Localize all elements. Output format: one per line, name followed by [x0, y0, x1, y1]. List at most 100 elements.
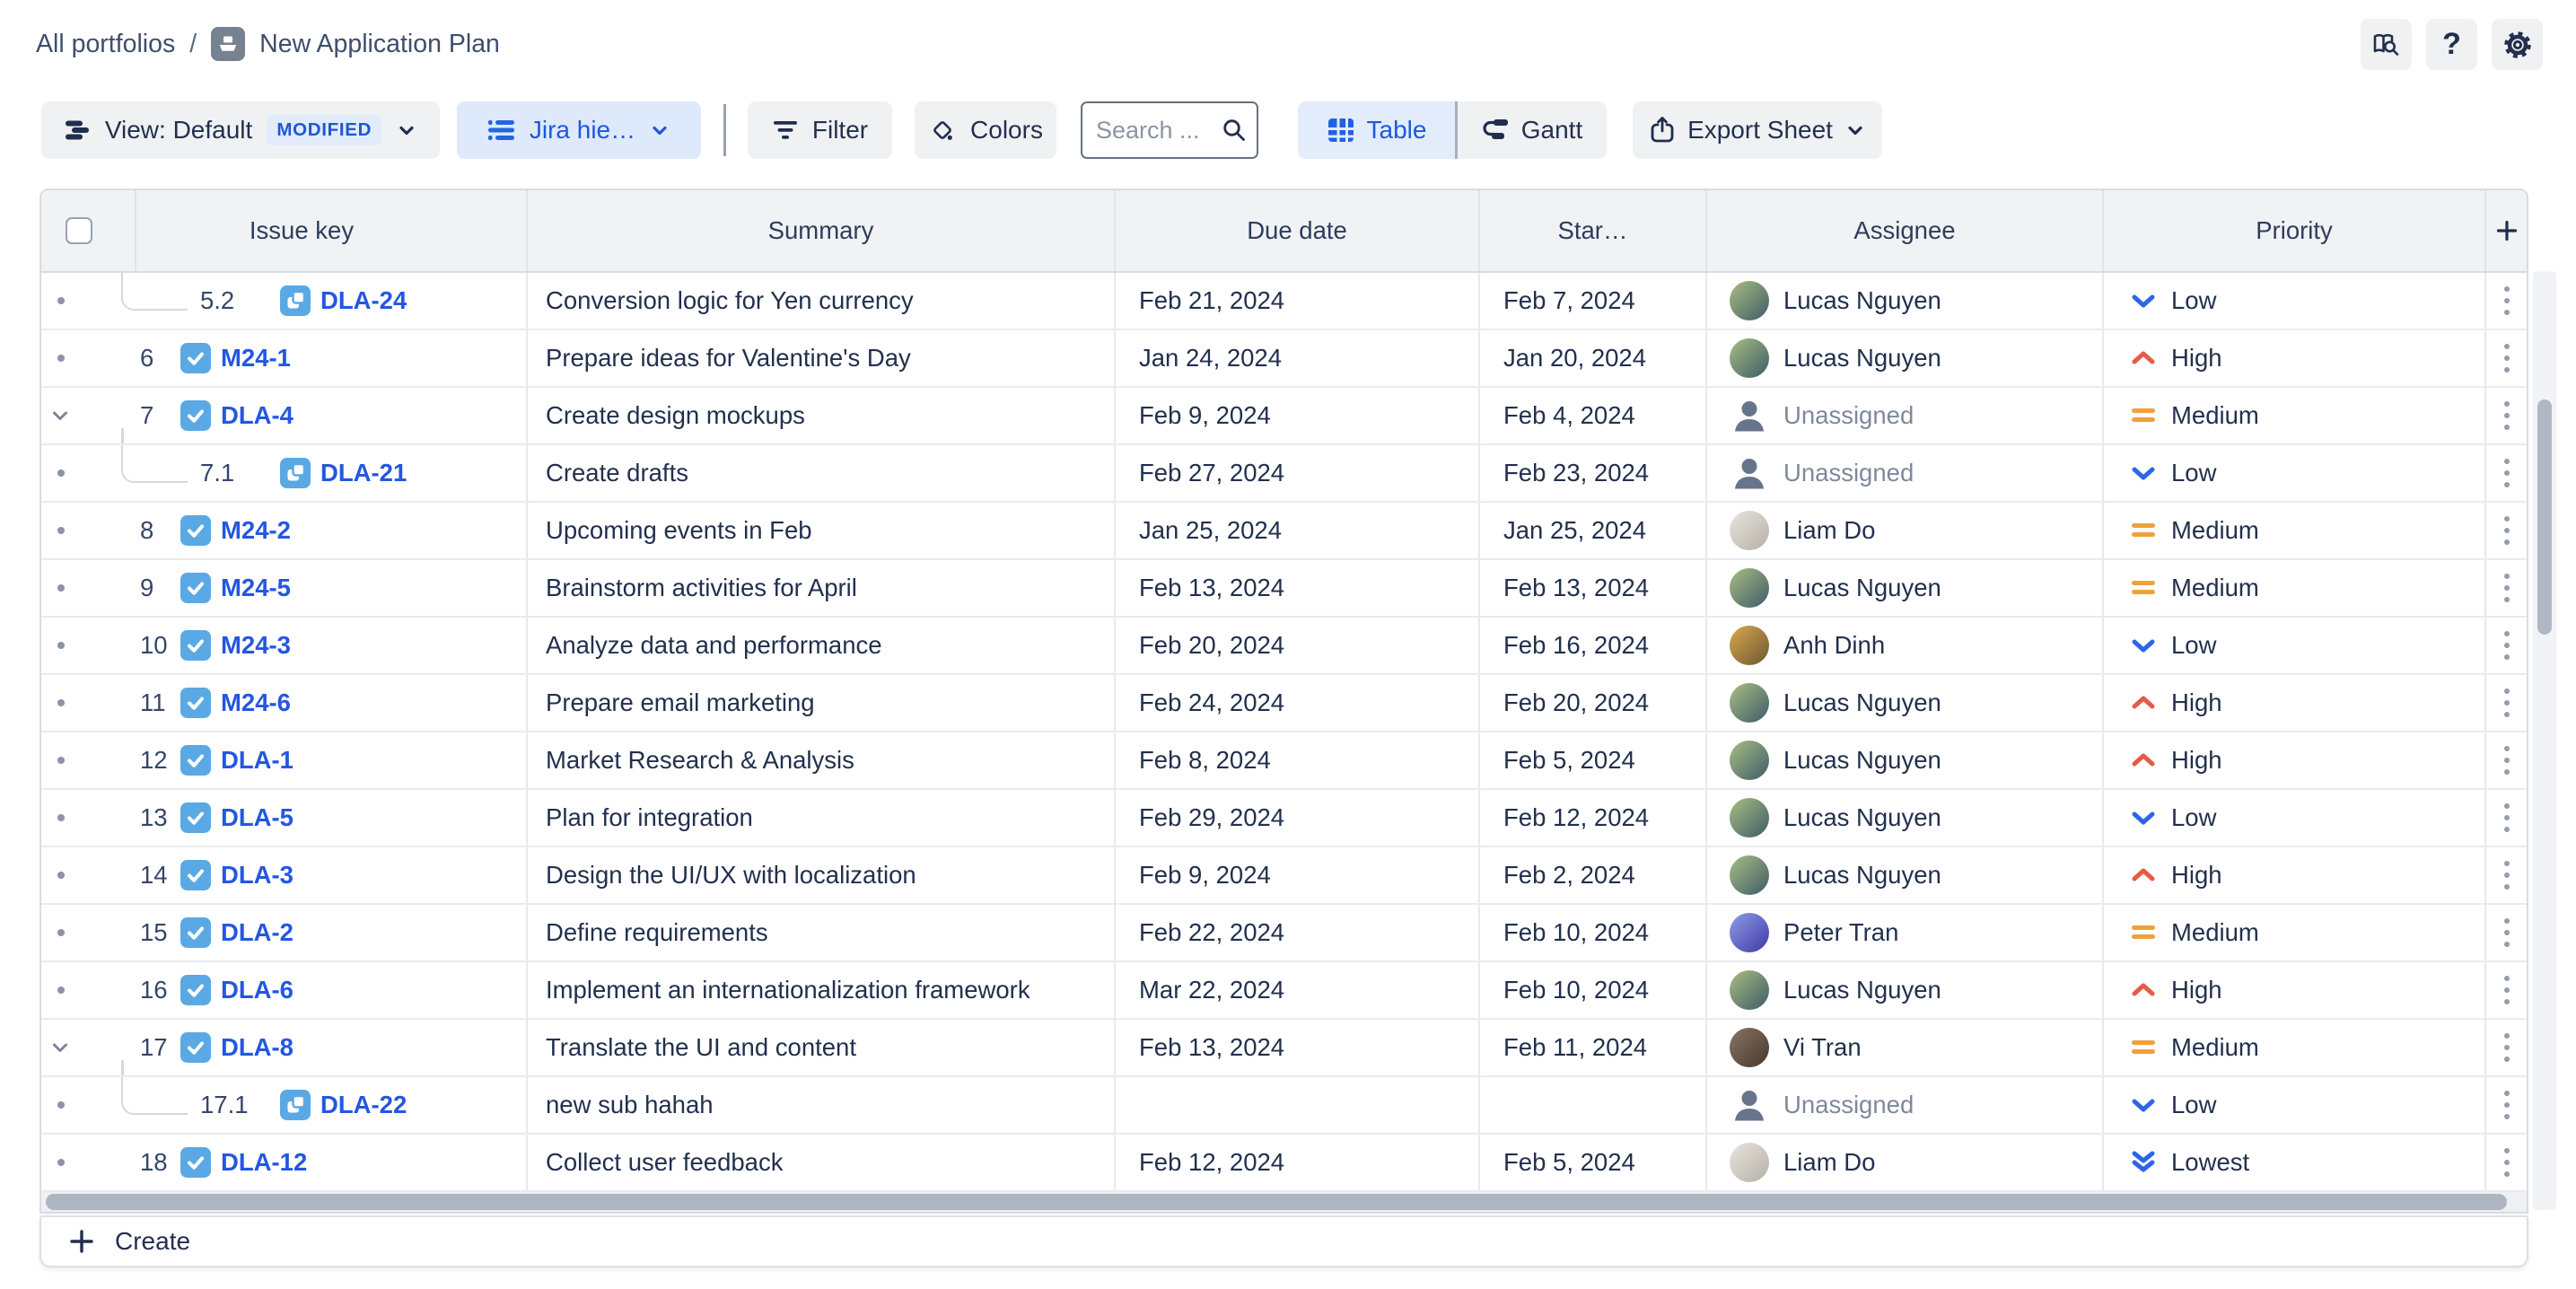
summary-cell[interactable]: new sub hahah: [528, 1077, 1116, 1133]
assignee-cell[interactable]: Lucas Nguyen: [1707, 732, 2104, 788]
due-date-cell[interactable]: Feb 24, 2024: [1116, 675, 1480, 731]
issue-key-link[interactable]: DLA-5: [221, 803, 294, 832]
priority-cell[interactable]: Lowest: [2104, 1135, 2486, 1190]
summary-cell[interactable]: Prepare email marketing: [528, 675, 1116, 731]
due-date-cell[interactable]: Mar 22, 2024: [1116, 962, 1480, 1018]
view-selector-button[interactable]: View: Default MODIFIED: [41, 101, 440, 159]
table-row[interactable]: 7 DLA-4 Create design mockups Feb 9, 202…: [41, 388, 2527, 445]
due-date-cell[interactable]: Feb 21, 2024: [1116, 273, 1480, 329]
row-menu-button[interactable]: [2486, 1135, 2527, 1190]
row-menu-button[interactable]: [2486, 905, 2527, 960]
table-row[interactable]: 7.1 DLA-21 Create drafts Feb 27, 2024 Fe…: [41, 445, 2527, 503]
due-date-cell[interactable]: Feb 27, 2024: [1116, 445, 1480, 501]
summary-cell[interactable]: Brainstorm activities for April: [528, 560, 1116, 616]
priority-cell[interactable]: High: [2104, 675, 2486, 731]
row-menu-button[interactable]: [2486, 962, 2527, 1018]
summary-cell[interactable]: Upcoming events in Feb: [528, 503, 1116, 558]
table-row[interactable]: 15 DLA-2 Define requirements Feb 22, 202…: [41, 905, 2527, 962]
priority-cell[interactable]: High: [2104, 847, 2486, 903]
row-menu-button[interactable]: [2486, 732, 2527, 788]
row-menu-button[interactable]: [2486, 445, 2527, 501]
issue-key-link[interactable]: DLA-3: [221, 861, 294, 890]
due-date-cell[interactable]: Jan 25, 2024: [1116, 503, 1480, 558]
assignee-cell[interactable]: Unassigned: [1707, 1077, 2104, 1133]
priority-cell[interactable]: Medium: [2104, 905, 2486, 960]
assignee-cell[interactable]: Lucas Nguyen: [1707, 330, 2104, 386]
help-button[interactable]: ?: [2426, 19, 2477, 70]
column-header-priority[interactable]: Priority: [2104, 190, 2486, 271]
issue-key-link[interactable]: DLA-1: [221, 746, 294, 775]
table-row[interactable]: 18 DLA-12 Collect user feedback Feb 12, …: [41, 1135, 2527, 1192]
priority-cell[interactable]: Low: [2104, 445, 2486, 501]
table-row[interactable]: 13 DLA-5 Plan for integration Feb 29, 20…: [41, 790, 2527, 847]
start-date-cell[interactable]: Jan 20, 2024: [1480, 330, 1707, 386]
start-date-cell[interactable]: Feb 10, 2024: [1480, 905, 1707, 960]
start-date-cell[interactable]: Feb 12, 2024: [1480, 790, 1707, 846]
summary-cell[interactable]: Implement an internationalization framew…: [528, 962, 1116, 1018]
start-date-cell[interactable]: Feb 10, 2024: [1480, 962, 1707, 1018]
start-date-cell[interactable]: Feb 13, 2024: [1480, 560, 1707, 616]
priority-cell[interactable]: Medium: [2104, 388, 2486, 443]
table-row[interactable]: 17.1 DLA-22 new sub hahah Unassigned Low: [41, 1077, 2527, 1135]
column-header-due-date[interactable]: Due date: [1116, 190, 1480, 271]
create-row-button[interactable]: Create: [39, 1215, 2528, 1267]
column-header-assignee[interactable]: Assignee: [1707, 190, 2104, 271]
table-row[interactable]: 8 M24-2 Upcoming events in Feb Jan 25, 2…: [41, 503, 2527, 560]
row-menu-button[interactable]: [2486, 560, 2527, 616]
summary-cell[interactable]: Translate the UI and content: [528, 1020, 1116, 1075]
priority-cell[interactable]: Low: [2104, 273, 2486, 329]
row-menu-button[interactable]: [2486, 675, 2527, 731]
start-date-cell[interactable]: Feb 2, 2024: [1480, 847, 1707, 903]
expand-chevron-icon[interactable]: [49, 405, 71, 426]
column-header-summary[interactable]: Summary: [528, 190, 1116, 271]
priority-cell[interactable]: High: [2104, 732, 2486, 788]
tab-table[interactable]: Table: [1298, 101, 1455, 159]
table-row[interactable]: 6 M24-1 Prepare ideas for Valentine's Da…: [41, 330, 2527, 388]
table-row[interactable]: 9 M24-5 Brainstorm activities for April …: [41, 560, 2527, 618]
issue-key-link[interactable]: DLA-6: [221, 976, 294, 1004]
row-menu-button[interactable]: [2486, 1077, 2527, 1133]
settings-button[interactable]: [2492, 19, 2543, 70]
due-date-cell[interactable]: Jan 24, 2024: [1116, 330, 1480, 386]
due-date-cell[interactable]: Feb 8, 2024: [1116, 732, 1480, 788]
library-search-button[interactable]: [2361, 19, 2412, 70]
row-menu-button[interactable]: [2486, 618, 2527, 673]
issue-key-link[interactable]: M24-6: [221, 688, 291, 717]
start-date-cell[interactable]: Feb 23, 2024: [1480, 445, 1707, 501]
table-row[interactable]: 5.2 DLA-24 Conversion logic for Yen curr…: [41, 273, 2527, 330]
column-header-issue-key[interactable]: Issue key: [41, 190, 528, 271]
due-date-cell[interactable]: Feb 22, 2024: [1116, 905, 1480, 960]
issue-key-link[interactable]: DLA-2: [221, 918, 294, 947]
assignee-cell[interactable]: Liam Do: [1707, 503, 2104, 558]
vertical-scrollbar[interactable]: [2533, 271, 2556, 1210]
colors-button[interactable]: Colors: [915, 101, 1056, 159]
summary-cell[interactable]: Prepare ideas for Valentine's Day: [528, 330, 1116, 386]
assignee-cell[interactable]: Lucas Nguyen: [1707, 847, 2104, 903]
due-date-cell[interactable]: Feb 29, 2024: [1116, 790, 1480, 846]
due-date-cell[interactable]: Feb 13, 2024: [1116, 1020, 1480, 1075]
start-date-cell[interactable]: Feb 5, 2024: [1480, 1135, 1707, 1190]
row-menu-button[interactable]: [2486, 503, 2527, 558]
table-row[interactable]: 17 DLA-8 Translate the UI and content Fe…: [41, 1020, 2527, 1077]
assignee-cell[interactable]: Unassigned: [1707, 388, 2104, 443]
vertical-scrollbar-thumb[interactable]: [2537, 399, 2552, 635]
due-date-cell[interactable]: Feb 12, 2024: [1116, 1135, 1480, 1190]
row-menu-button[interactable]: [2486, 273, 2527, 329]
assignee-cell[interactable]: Lucas Nguyen: [1707, 962, 2104, 1018]
priority-cell[interactable]: Low: [2104, 1077, 2486, 1133]
due-date-cell[interactable]: Feb 9, 2024: [1116, 847, 1480, 903]
due-date-cell[interactable]: Feb 20, 2024: [1116, 618, 1480, 673]
issue-key-link[interactable]: DLA-12: [221, 1148, 307, 1177]
table-row[interactable]: 10 M24-3 Analyze data and performance Fe…: [41, 618, 2527, 675]
row-menu-button[interactable]: [2486, 388, 2527, 443]
priority-cell[interactable]: Medium: [2104, 560, 2486, 616]
priority-cell[interactable]: High: [2104, 962, 2486, 1018]
start-date-cell[interactable]: Feb 7, 2024: [1480, 273, 1707, 329]
hierarchy-selector-button[interactable]: Jira hie…: [457, 101, 701, 159]
table-row[interactable]: 11 M24-6 Prepare email marketing Feb 24,…: [41, 675, 2527, 732]
summary-cell[interactable]: Define requirements: [528, 905, 1116, 960]
summary-cell[interactable]: Create drafts: [528, 445, 1116, 501]
row-menu-button[interactable]: [2486, 847, 2527, 903]
start-date-cell[interactable]: Feb 5, 2024: [1480, 732, 1707, 788]
assignee-cell[interactable]: Lucas Nguyen: [1707, 273, 2104, 329]
